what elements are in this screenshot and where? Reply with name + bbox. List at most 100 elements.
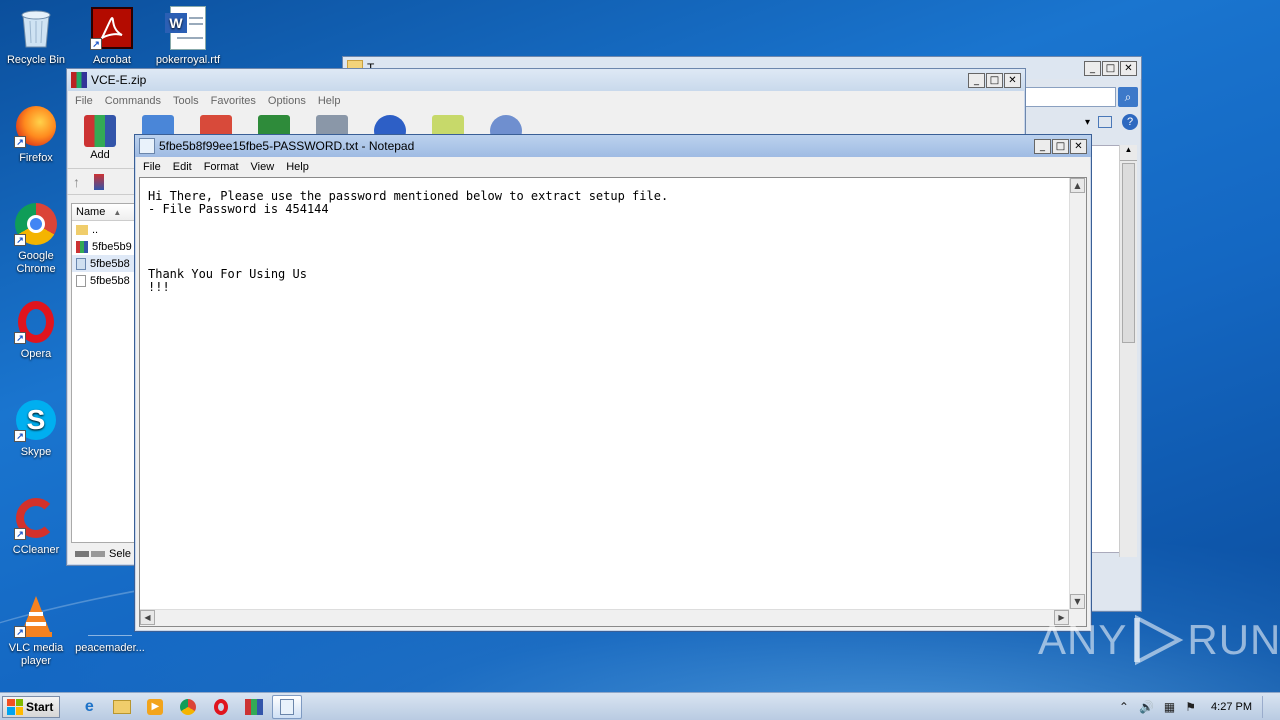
desktop-icon-label: peacemader...: [75, 642, 145, 654]
window-title: 5fbe5b8f99ee15fbe5-PASSWORD.txt - Notepa…: [159, 139, 415, 153]
network-icon[interactable]: ▦: [1164, 700, 1175, 714]
taskbar-notepad[interactable]: [272, 694, 303, 719]
clock[interactable]: 4:27 PM: [1201, 701, 1262, 713]
file-icon: [76, 274, 86, 287]
help-icon[interactable]: ?: [1122, 114, 1138, 130]
minimize-button[interactable]: _: [968, 72, 985, 88]
menu-file[interactable]: File: [69, 95, 99, 107]
menu-view[interactable]: View: [245, 161, 281, 173]
desktop-icon-opera[interactable]: ↗ Opera: [0, 300, 72, 361]
desktop-icon-label: pokerroyal.rtf: [155, 54, 221, 66]
search-icon[interactable]: ⌕: [1118, 87, 1138, 107]
notepad-window[interactable]: 5fbe5b8f99ee15fbe5-PASSWORD.txt - Notepa…: [134, 134, 1092, 632]
media-player-icon: ▶: [147, 698, 164, 715]
taskbar-chrome[interactable]: [173, 695, 203, 719]
menu-help[interactable]: Help: [312, 95, 347, 107]
play-logo-icon: [1134, 614, 1184, 666]
scroll-up-button[interactable]: ▲: [1070, 178, 1085, 193]
shortcut-arrow-icon: ↗: [14, 136, 26, 148]
menu-commands[interactable]: Commands: [99, 95, 167, 107]
desktop-icon-recycle-bin[interactable]: Recycle Bin: [0, 6, 72, 67]
text-file-icon: [76, 257, 86, 270]
close-button[interactable]: ✕: [1070, 138, 1087, 154]
maximize-button[interactable]: □: [1052, 138, 1069, 154]
scroll-down-button[interactable]: ▼: [1070, 594, 1085, 609]
column-name-label: Name: [76, 206, 106, 218]
notepad-icon: [280, 698, 295, 715]
action-center-flag-icon[interactable]: ⚑: [1185, 700, 1196, 714]
minimize-button[interactable]: _: [1084, 60, 1101, 76]
taskbar-media-player[interactable]: ▶: [140, 695, 170, 719]
menubar: File Commands Tools Favorites Options He…: [67, 91, 1025, 111]
drive-icon: [75, 551, 89, 557]
desktop-icon-acrobat[interactable]: ↗ Acrobat: [76, 6, 148, 67]
scroll-left-button[interactable]: ◀: [140, 610, 155, 625]
desktop-icon-skype[interactable]: S ↗ Skype: [0, 398, 72, 459]
close-button[interactable]: ✕: [1120, 60, 1137, 76]
menu-help[interactable]: Help: [280, 161, 315, 173]
file-name: 5fbe5b8: [90, 274, 130, 287]
menu-format[interactable]: Format: [198, 161, 245, 173]
archive-small-icon: [94, 173, 104, 190]
list-item[interactable]: 5fbe5b9: [72, 238, 134, 255]
acrobat-icon: ↗: [90, 6, 134, 50]
menu-file[interactable]: File: [137, 161, 167, 173]
taskbar-winrar[interactable]: [239, 695, 269, 719]
firefox-icon: ↗: [14, 104, 58, 148]
maximize-button[interactable]: □: [1102, 60, 1119, 76]
blank-file-icon: [88, 594, 132, 638]
taskbar-explorer[interactable]: [107, 695, 137, 719]
minimize-button[interactable]: _: [1034, 138, 1051, 154]
preview-pane-icon[interactable]: [1098, 116, 1112, 128]
titlebar: VCE-E.zip _ □ ✕: [67, 69, 1025, 91]
file-name: 5fbe5b8: [90, 257, 130, 270]
desktop-icon-ccleaner[interactable]: ↗ CCleaner: [0, 496, 72, 557]
internet-explorer-icon: e: [84, 697, 94, 715]
up-arrow-icon[interactable]: ↑: [73, 174, 80, 190]
taskbar-internet-explorer[interactable]: e: [74, 695, 104, 719]
list-item[interactable]: 5fbe5b8: [72, 272, 134, 289]
vertical-scrollbar[interactable]: ▲: [1119, 145, 1137, 557]
horizontal-scrollbar[interactable]: ◀ ▶: [140, 609, 1069, 626]
vertical-scrollbar[interactable]: ▲ ▼: [1069, 178, 1086, 609]
view-options-icon[interactable]: ▾: [1085, 117, 1090, 128]
add-button[interactable]: Add: [73, 115, 127, 161]
menu-tools[interactable]: Tools: [167, 95, 205, 107]
close-button[interactable]: ✕: [1004, 72, 1021, 88]
start-label: Start: [26, 699, 54, 714]
menu-favorites[interactable]: Favorites: [205, 95, 262, 107]
opera-icon: ↗: [14, 300, 58, 344]
desktop-icon-vlc[interactable]: ↗ VLC media player: [0, 594, 72, 668]
show-hidden-icons-icon[interactable]: ⌃: [1119, 700, 1129, 714]
status-text: Sele: [109, 548, 132, 560]
menu-options[interactable]: Options: [262, 95, 312, 107]
column-header-name[interactable]: Name ▲: [72, 204, 134, 221]
text-editor[interactable]: Hi There, Please use the password mentio…: [139, 177, 1087, 627]
document-text[interactable]: Hi There, Please use the password mentio…: [148, 190, 1062, 608]
desktop-icon-chrome[interactable]: ↗ Google Chrome: [0, 202, 72, 276]
search-input[interactable]: [1023, 87, 1116, 107]
recycle-bin-icon: [14, 6, 58, 50]
add-label: Add: [90, 149, 110, 161]
volume-icon[interactable]: 🔊: [1139, 700, 1154, 714]
list-item[interactable]: ..: [72, 221, 134, 238]
desktop-icon-pokerroyal[interactable]: W pokerroyal.rtf: [152, 6, 224, 67]
key-icon: [91, 551, 105, 557]
anyrun-watermark: ANY RUN: [1038, 612, 1280, 668]
notepad-icon: [139, 138, 155, 154]
start-button[interactable]: Start: [2, 695, 61, 718]
list-item[interactable]: 5fbe5b8: [72, 255, 134, 272]
shortcut-arrow-icon: ↗: [14, 332, 26, 344]
maximize-button[interactable]: □: [986, 72, 1003, 88]
desktop-icon-label: Skype: [20, 446, 52, 458]
desktop-icon-firefox[interactable]: ↗ Firefox: [0, 104, 72, 165]
file-list[interactable]: Name ▲ .. 5fbe5b9 5fbe5b8 5fbe5b8: [71, 203, 135, 543]
explorer-folder-icon: [113, 699, 132, 714]
winrar-icon: [245, 698, 264, 715]
show-desktop-button[interactable]: [1262, 695, 1276, 718]
titlebar: 5fbe5b8f99ee15fbe5-PASSWORD.txt - Notepa…: [135, 135, 1091, 157]
add-archive-icon: [84, 115, 116, 147]
ccleaner-icon: ↗: [14, 496, 58, 540]
menu-edit[interactable]: Edit: [167, 161, 198, 173]
taskbar-opera[interactable]: [206, 695, 236, 719]
